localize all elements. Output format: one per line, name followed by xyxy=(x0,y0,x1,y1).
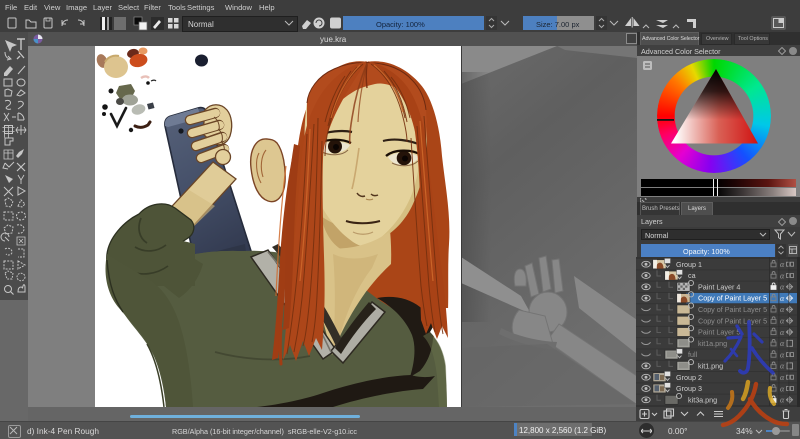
svg-text:Copy of Paint Layer 5: Copy of Paint Layer 5 xyxy=(698,294,767,303)
svg-text:ca: ca xyxy=(688,271,696,280)
svg-text:Paint Layer 4: Paint Layer 4 xyxy=(698,282,740,291)
svg-text:Group 1: Group 1 xyxy=(676,260,702,269)
